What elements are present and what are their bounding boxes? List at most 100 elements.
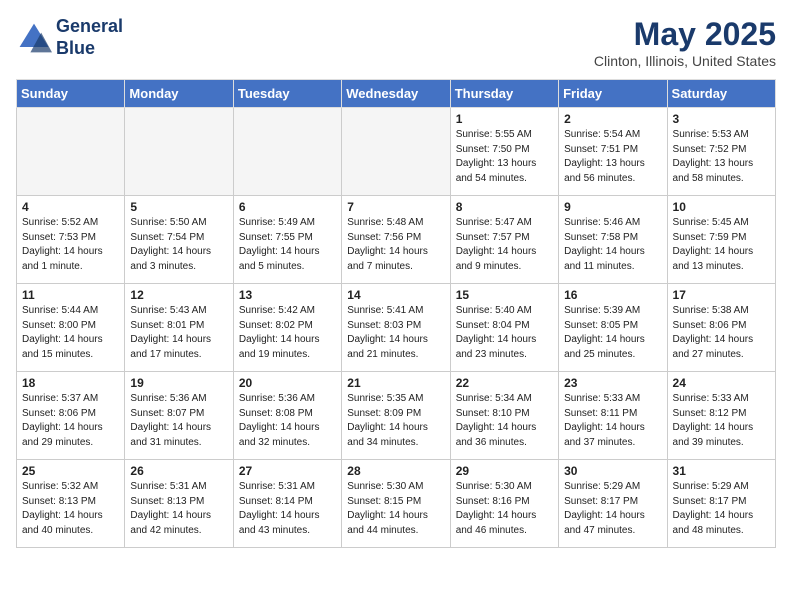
day-number: 31	[673, 464, 770, 478]
day-number: 1	[456, 112, 553, 126]
week-row-2: 4 Sunrise: 5:52 AMSunset: 7:53 PMDaylight…	[17, 196, 776, 284]
day-number: 6	[239, 200, 336, 214]
cell-info: Sunrise: 5:31 AMSunset: 8:14 PMDaylight:…	[239, 480, 336, 538]
cell-info: Sunrise: 5:35 AMSunset: 8:09 PMDaylight:…	[347, 392, 444, 450]
cell-info: Sunrise: 5:49 AMSunset: 7:55 PMDaylight:…	[239, 216, 336, 274]
cell-info: Sunrise: 5:31 AMSunset: 8:13 PMDaylight:…	[130, 480, 227, 538]
cell-info: Sunrise: 5:42 AMSunset: 8:02 PMDaylight:…	[239, 304, 336, 362]
calendar-cell: 28 Sunrise: 5:30 AMSunset: 8:15 PMDayligh…	[342, 460, 450, 548]
calendar-cell	[125, 108, 233, 196]
cell-info: Sunrise: 5:45 AMSunset: 7:59 PMDaylight:…	[673, 216, 770, 274]
day-number: 13	[239, 288, 336, 302]
cell-info: Sunrise: 5:29 AMSunset: 8:17 PMDaylight:…	[673, 480, 770, 538]
weekday-header-saturday: Saturday	[667, 80, 775, 108]
calendar-cell	[342, 108, 450, 196]
calendar-cell: 3 Sunrise: 5:53 AMSunset: 7:52 PMDaylight…	[667, 108, 775, 196]
cell-info: Sunrise: 5:30 AMSunset: 8:16 PMDaylight:…	[456, 480, 553, 538]
day-number: 29	[456, 464, 553, 478]
cell-info: Sunrise: 5:37 AMSunset: 8:06 PMDaylight:…	[22, 392, 119, 450]
day-number: 19	[130, 376, 227, 390]
day-number: 27	[239, 464, 336, 478]
month-title: May 2025	[594, 16, 776, 53]
day-number: 8	[456, 200, 553, 214]
calendar-cell: 1 Sunrise: 5:55 AMSunset: 7:50 PMDaylight…	[450, 108, 558, 196]
calendar-cell: 26Sunrise: 5:31 AMSunset: 8:13 PMDayligh…	[125, 460, 233, 548]
day-number: 3	[673, 112, 770, 126]
day-number: 18	[22, 376, 119, 390]
cell-info: Sunrise: 5:39 AMSunset: 8:05 PMDaylight:…	[564, 304, 661, 362]
weekday-header-wednesday: Wednesday	[342, 80, 450, 108]
calendar-table: SundayMondayTuesdayWednesdayThursdayFrid…	[16, 79, 776, 548]
cell-info: Sunrise: 5:38 AMSunset: 8:06 PMDaylight:…	[673, 304, 770, 362]
cell-info: Sunrise: 5:46 AMSunset: 7:58 PMDaylight:…	[564, 216, 661, 274]
calendar-cell: 15Sunrise: 5:40 AMSunset: 8:04 PMDayligh…	[450, 284, 558, 372]
cell-info: Sunrise: 5:44 AMSunset: 8:00 PMDaylight:…	[22, 304, 119, 362]
calendar-cell	[233, 108, 341, 196]
calendar-cell: 14 Sunrise: 5:41 AMSunset: 8:03 PMDayligh…	[342, 284, 450, 372]
calendar-cell: 29 Sunrise: 5:30 AMSunset: 8:16 PMDayligh…	[450, 460, 558, 548]
calendar-cell: 9 Sunrise: 5:46 AMSunset: 7:58 PMDaylight…	[559, 196, 667, 284]
calendar-cell: 30Sunrise: 5:29 AMSunset: 8:17 PMDayligh…	[559, 460, 667, 548]
calendar-cell: 18 Sunrise: 5:37 AMSunset: 8:06 PMDayligh…	[17, 372, 125, 460]
calendar-cell: 16 Sunrise: 5:39 AMSunset: 8:05 PMDayligh…	[559, 284, 667, 372]
weekday-header-thursday: Thursday	[450, 80, 558, 108]
calendar-cell: 20Sunrise: 5:36 AMSunset: 8:08 PMDayligh…	[233, 372, 341, 460]
day-number: 7	[347, 200, 444, 214]
weekday-header-sunday: Sunday	[17, 80, 125, 108]
cell-info: Sunrise: 5:48 AMSunset: 7:56 PMDaylight:…	[347, 216, 444, 274]
day-number: 12	[130, 288, 227, 302]
logo-line1: General	[56, 16, 123, 38]
day-number: 4	[22, 200, 119, 214]
calendar-cell: 24 Sunrise: 5:33 AMSunset: 8:12 PMDayligh…	[667, 372, 775, 460]
day-number: 30	[564, 464, 661, 478]
day-number: 17	[673, 288, 770, 302]
calendar-cell: 10 Sunrise: 5:45 AMSunset: 7:59 PMDayligh…	[667, 196, 775, 284]
day-number: 28	[347, 464, 444, 478]
week-row-1: 1 Sunrise: 5:55 AMSunset: 7:50 PMDaylight…	[17, 108, 776, 196]
day-number: 14	[347, 288, 444, 302]
weekday-header-row: SundayMondayTuesdayWednesdayThursdayFrid…	[17, 80, 776, 108]
cell-info: Sunrise: 5:50 AMSunset: 7:54 PMDaylight:…	[130, 216, 227, 274]
logo-text: General Blue	[56, 16, 123, 59]
cell-info: Sunrise: 5:34 AMSunset: 8:10 PMDaylight:…	[456, 392, 553, 450]
calendar-cell: 23Sunrise: 5:33 AMSunset: 8:11 PMDayligh…	[559, 372, 667, 460]
calendar-cell: 22 Sunrise: 5:34 AMSunset: 8:10 PMDayligh…	[450, 372, 558, 460]
day-number: 25	[22, 464, 119, 478]
cell-info: Sunrise: 5:33 AMSunset: 8:12 PMDaylight:…	[673, 392, 770, 450]
day-number: 20	[239, 376, 336, 390]
day-number: 9	[564, 200, 661, 214]
cell-info: Sunrise: 5:40 AMSunset: 8:04 PMDaylight:…	[456, 304, 553, 362]
day-number: 2	[564, 112, 661, 126]
calendar-cell: 5 Sunrise: 5:50 AMSunset: 7:54 PMDaylight…	[125, 196, 233, 284]
week-row-5: 25 Sunrise: 5:32 AMSunset: 8:13 PMDayligh…	[17, 460, 776, 548]
calendar-cell: 7 Sunrise: 5:48 AMSunset: 7:56 PMDaylight…	[342, 196, 450, 284]
day-number: 10	[673, 200, 770, 214]
cell-info: Sunrise: 5:43 AMSunset: 8:01 PMDaylight:…	[130, 304, 227, 362]
calendar-cell: 21 Sunrise: 5:35 AMSunset: 8:09 PMDayligh…	[342, 372, 450, 460]
calendar-cell: 19Sunrise: 5:36 AMSunset: 8:07 PMDayligh…	[125, 372, 233, 460]
day-number: 24	[673, 376, 770, 390]
calendar-cell: 13 Sunrise: 5:42 AMSunset: 8:02 PMDayligh…	[233, 284, 341, 372]
cell-info: Sunrise: 5:32 AMSunset: 8:13 PMDaylight:…	[22, 480, 119, 538]
calendar-cell: 4 Sunrise: 5:52 AMSunset: 7:53 PMDaylight…	[17, 196, 125, 284]
calendar-cell: 12 Sunrise: 5:43 AMSunset: 8:01 PMDayligh…	[125, 284, 233, 372]
day-number: 16	[564, 288, 661, 302]
calendar-cell: 17 Sunrise: 5:38 AMSunset: 8:06 PMDayligh…	[667, 284, 775, 372]
day-number: 5	[130, 200, 227, 214]
logo-line2: Blue	[56, 38, 123, 60]
cell-info: Sunrise: 5:53 AMSunset: 7:52 PMDaylight:…	[673, 128, 770, 186]
week-row-3: 11 Sunrise: 5:44 AMSunset: 8:00 PMDayligh…	[17, 284, 776, 372]
cell-info: Sunrise: 5:54 AMSunset: 7:51 PMDaylight:…	[564, 128, 661, 186]
day-number: 11	[22, 288, 119, 302]
weekday-header-friday: Friday	[559, 80, 667, 108]
page-header: General Blue May 2025 Clinton, Illinois,…	[16, 16, 776, 69]
cell-info: Sunrise: 5:52 AMSunset: 7:53 PMDaylight:…	[22, 216, 119, 274]
cell-info: Sunrise: 5:30 AMSunset: 8:15 PMDaylight:…	[347, 480, 444, 538]
logo-icon	[16, 20, 52, 56]
day-number: 23	[564, 376, 661, 390]
calendar-cell: 2 Sunrise: 5:54 AMSunset: 7:51 PMDaylight…	[559, 108, 667, 196]
cell-info: Sunrise: 5:41 AMSunset: 8:03 PMDaylight:…	[347, 304, 444, 362]
day-number: 21	[347, 376, 444, 390]
day-number: 22	[456, 376, 553, 390]
cell-info: Sunrise: 5:55 AMSunset: 7:50 PMDaylight:…	[456, 128, 553, 186]
